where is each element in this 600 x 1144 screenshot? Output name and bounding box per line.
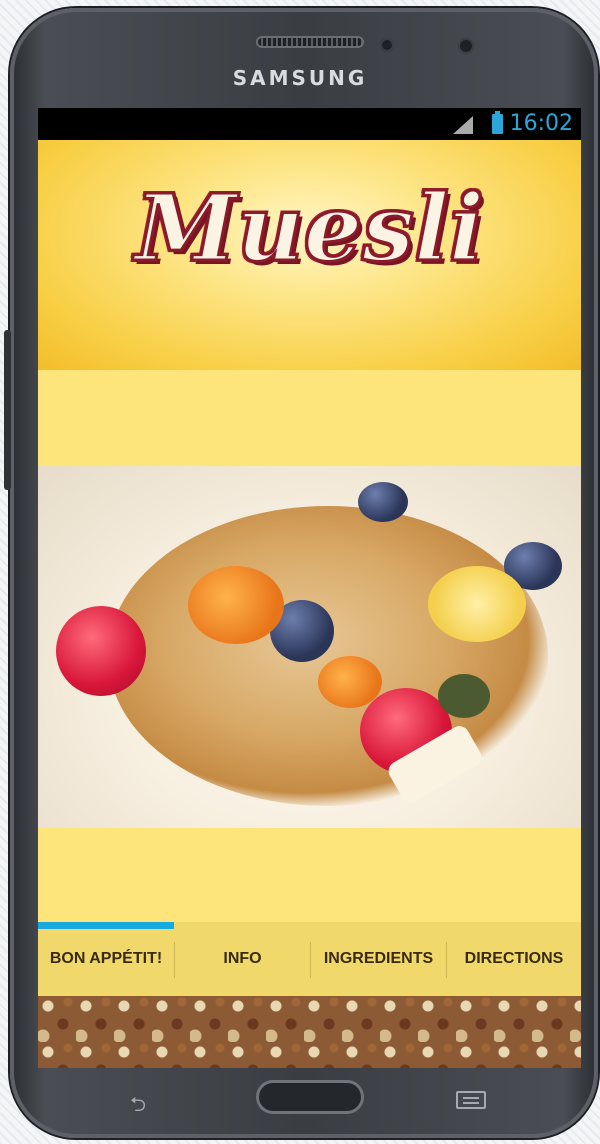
- yellow-band-top: [38, 370, 581, 466]
- tab-ingredients[interactable]: INGREDIENTS: [311, 922, 446, 996]
- granola-mound: [108, 506, 548, 806]
- menu-key-icon[interactable]: [456, 1091, 486, 1109]
- status-time: 16:02: [509, 111, 573, 136]
- raspberry: [56, 606, 146, 696]
- muesli-photo: [38, 466, 581, 828]
- front-camera: [458, 38, 474, 54]
- app-logo: Muesli: [134, 173, 486, 284]
- home-button[interactable]: [256, 1080, 364, 1114]
- battery-icon: [492, 111, 503, 134]
- pumpkin-seed: [438, 674, 490, 718]
- dried-apricot: [318, 656, 382, 708]
- tab-bar: BON APPÉTIT! INFO INGREDIENTS DIRECTIONS: [38, 922, 581, 996]
- earpiece-speaker: [256, 36, 364, 48]
- brand-logo: SAMSUNG: [232, 66, 368, 90]
- status-bar: 16:02: [38, 108, 581, 140]
- granola-footer-image: [38, 996, 581, 1068]
- screen: 16:02 Muesli BON APPÉTIT! INFO INGREDIEN…: [38, 108, 581, 1068]
- signal-icon: [453, 116, 473, 134]
- tab-directions[interactable]: DIRECTIONS: [447, 922, 581, 996]
- blueberry: [358, 482, 408, 522]
- header-banner: Muesli: [38, 140, 581, 370]
- back-key-icon[interactable]: ⮌: [130, 1090, 146, 1124]
- tab-info[interactable]: INFO: [175, 922, 310, 996]
- proximity-sensor: [380, 38, 394, 52]
- yellow-band-bottom: [38, 828, 581, 922]
- banana-slice: [428, 566, 526, 642]
- volume-button: [4, 330, 11, 490]
- tab-bon-appetit[interactable]: BON APPÉTIT!: [38, 922, 174, 996]
- dried-apricot: [188, 566, 284, 644]
